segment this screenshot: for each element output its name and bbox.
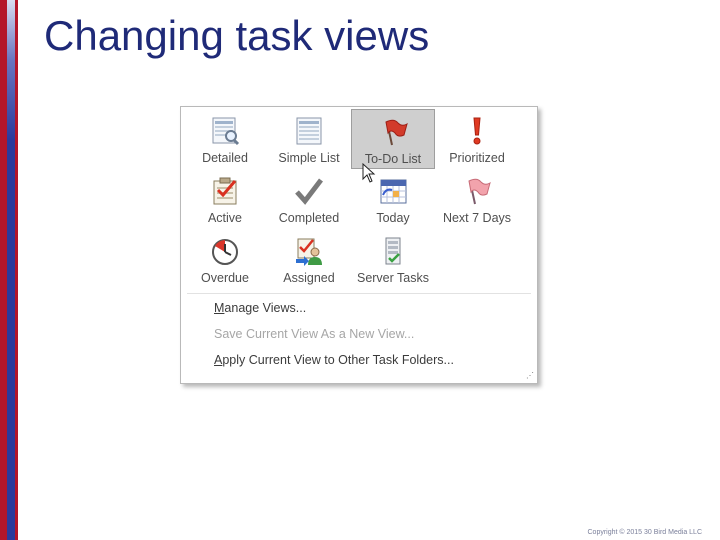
menu-divider xyxy=(187,293,531,294)
resize-grip-icon[interactable]: ⋰ xyxy=(526,371,534,380)
view-gallery-grid: Detailed Simple List To-Do List Prioriti… xyxy=(181,107,537,287)
slide-title: Changing task views xyxy=(44,12,430,59)
slide-side-bar xyxy=(0,0,18,540)
overdue-clock-icon xyxy=(212,239,238,265)
manage-views-item[interactable]: Manage Views... xyxy=(214,301,306,315)
menu-item-label: anage Views... xyxy=(224,301,307,315)
pink-flag-icon xyxy=(468,178,491,205)
assigned-tasks-icon xyxy=(296,238,322,266)
menu-item-label: pply Current View to Other Task Folders.… xyxy=(222,353,454,367)
view-label: Overdue xyxy=(201,271,249,285)
simple-list-icon xyxy=(296,117,322,145)
view-prioritized[interactable]: Prioritized xyxy=(435,109,519,169)
view-detailed[interactable]: Detailed xyxy=(183,109,267,169)
view-next-7-days[interactable]: Next 7 Days xyxy=(435,169,519,229)
view-label: Server Tasks xyxy=(356,271,429,285)
access-key: M xyxy=(214,301,225,315)
calendar-today-icon xyxy=(380,179,407,204)
view-label: Completed xyxy=(278,211,340,225)
change-view-gallery: Detailed Simple List To-Do List Prioriti… xyxy=(180,106,538,384)
view-simple-list[interactable]: Simple List xyxy=(267,109,351,169)
view-server-tasks[interactable]: Server Tasks xyxy=(351,229,435,289)
view-label: Detailed xyxy=(202,151,248,165)
save-as-new-view-item: Save Current View As a New View... xyxy=(214,327,415,341)
view-completed[interactable]: Completed xyxy=(267,169,351,229)
active-tasks-icon xyxy=(213,177,237,205)
apply-view-to-folders-item[interactable]: Apply Current View to Other Task Folders… xyxy=(214,353,454,367)
view-label: Simple List xyxy=(278,151,340,165)
copyright-text: Copyright © 2015 30 Bird Media LLC xyxy=(587,529,703,536)
checkmark-icon xyxy=(295,178,323,205)
view-to-do-list[interactable]: To-Do List xyxy=(351,109,435,169)
exclamation-icon xyxy=(473,117,481,145)
server-tasks-icon xyxy=(385,237,401,265)
view-label: Next 7 Days xyxy=(442,211,512,225)
view-assigned[interactable]: Assigned xyxy=(267,229,351,289)
view-overdue[interactable]: Overdue xyxy=(183,229,267,289)
view-active[interactable]: Active xyxy=(183,169,267,229)
mouse-pointer-icon xyxy=(362,163,376,183)
detailed-view-icon xyxy=(212,117,240,146)
red-flag-icon xyxy=(385,119,408,146)
view-label: Assigned xyxy=(283,271,335,285)
side-bar-stripe xyxy=(7,0,15,540)
view-label: Today xyxy=(376,211,410,225)
view-label: Prioritized xyxy=(449,151,505,165)
view-label: Active xyxy=(207,211,243,225)
